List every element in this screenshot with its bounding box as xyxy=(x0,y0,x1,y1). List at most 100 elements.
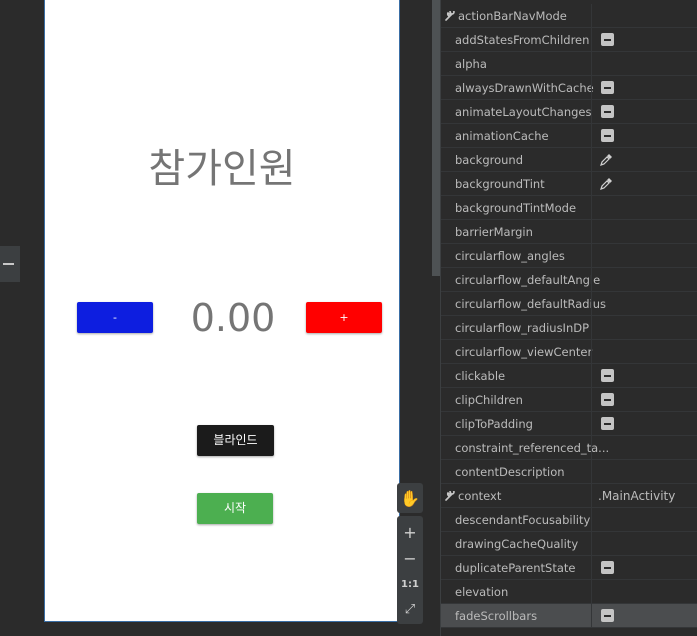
attribute-row[interactable]: alwaysDrawnWithCache xyxy=(441,76,697,100)
design-canvas[interactable]: 참가인원 - 0.00 + 블라인드 시작 ✋ + − 1:1 ⤢ xyxy=(0,0,440,636)
attribute-label: clickable xyxy=(455,369,506,383)
attribute-row[interactable]: constraint_referenced_ta... xyxy=(441,436,697,460)
flag-toggle-icon[interactable] xyxy=(601,129,614,142)
attribute-name: circularflow_defaultRadius xyxy=(455,292,606,316)
attribute-name: alwaysDrawnWithCache xyxy=(455,76,594,100)
flag-toggle-icon[interactable] xyxy=(601,33,614,46)
attribute-row[interactable]: background xyxy=(441,148,697,172)
attribute-row[interactable]: addStatesFromChildren xyxy=(441,28,697,52)
flag-toggle-icon[interactable] xyxy=(601,609,614,622)
attribute-row[interactable]: actionBarNavMode xyxy=(441,4,697,28)
flag-toggle-icon[interactable] xyxy=(601,81,614,94)
attribute-label: drawingCacheQuality xyxy=(455,537,579,551)
column-separator xyxy=(591,28,592,52)
attribute-row[interactable]: contentDescription xyxy=(441,460,697,484)
attribute-row[interactable]: drawingCacheQuality xyxy=(441,532,697,556)
column-separator xyxy=(591,340,592,364)
flag-toggle-icon[interactable] xyxy=(601,393,614,406)
flag-toggle-icon[interactable] xyxy=(601,561,614,574)
attribute-row[interactable]: circularflow_radiusInDP xyxy=(441,316,697,340)
attribute-name: actionBarNavMode xyxy=(445,4,567,28)
column-separator xyxy=(591,436,592,460)
column-separator xyxy=(591,292,592,316)
flag-toggle-icon[interactable] xyxy=(601,105,614,118)
attribute-row[interactable]: backgroundTintMode xyxy=(441,196,697,220)
column-separator xyxy=(591,484,592,508)
participants-title[interactable]: 참가인원 xyxy=(45,141,399,197)
attribute-row[interactable]: alpha xyxy=(441,52,697,76)
column-separator xyxy=(591,364,592,388)
attribute-name: clickable xyxy=(455,364,505,388)
pan-hand-icon[interactable]: ✋ xyxy=(397,486,423,510)
attribute-name: animateLayoutChanges xyxy=(455,100,591,124)
attribute-label: animateLayoutChanges xyxy=(455,105,592,119)
attribute-label: circularflow_radiusInDP xyxy=(455,321,590,335)
attribute-row[interactable]: animateLayoutChanges xyxy=(441,100,697,124)
wrench-icon xyxy=(445,491,455,501)
column-separator xyxy=(591,460,592,484)
column-separator xyxy=(591,412,592,436)
flag-toggle-icon[interactable] xyxy=(601,369,614,382)
column-separator xyxy=(591,124,592,148)
collapse-panel-button[interactable] xyxy=(0,246,20,282)
attribute-label: duplicateParentState xyxy=(455,561,576,575)
attribute-row[interactable]: duplicateParentState xyxy=(441,556,697,580)
column-separator xyxy=(591,172,592,196)
attribute-label: circularflow_defaultRadius xyxy=(455,297,607,311)
attribute-row[interactable]: barrierMargin xyxy=(441,220,697,244)
attribute-name: animationCache xyxy=(455,124,549,148)
attribute-value[interactable]: .MainActivity xyxy=(598,484,675,508)
attribute-name: elevation xyxy=(455,580,508,604)
column-separator xyxy=(591,580,592,604)
column-separator xyxy=(591,388,592,412)
column-separator xyxy=(591,316,592,340)
column-separator xyxy=(591,52,592,76)
attribute-label: clipChildren xyxy=(455,393,523,407)
attribute-row[interactable]: clipToPadding xyxy=(441,412,697,436)
attribute-name: barrierMargin xyxy=(455,220,533,244)
attribute-row[interactable]: backgroundTint xyxy=(441,172,697,196)
zoom-out-icon[interactable]: − xyxy=(397,546,423,570)
count-value[interactable]: 0.00 xyxy=(185,292,281,344)
column-separator xyxy=(591,76,592,100)
eyedropper-icon[interactable] xyxy=(599,177,613,191)
attribute-label: animationCache xyxy=(455,129,549,143)
attribute-row[interactable]: clipChildren xyxy=(441,388,697,412)
attribute-row[interactable]: circularflow_viewCenter xyxy=(441,340,697,364)
attribute-row[interactable]: descendantFocusability xyxy=(441,508,697,532)
attribute-row[interactable]: circularflow_defaultRadius xyxy=(441,292,697,316)
attribute-name: background xyxy=(455,148,523,172)
column-separator xyxy=(591,508,592,532)
actual-size-button[interactable]: 1:1 xyxy=(397,572,423,596)
attribute-row[interactable]: circularflow_angles xyxy=(441,244,697,268)
blind-button[interactable]: 블라인드 xyxy=(197,425,274,456)
attribute-label: barrierMargin xyxy=(455,225,533,239)
column-separator xyxy=(591,556,592,580)
zoom-in-icon[interactable]: + xyxy=(397,520,423,544)
fit-screen-icon[interactable]: ⤢ xyxy=(397,597,423,621)
attribute-name: duplicateParentState xyxy=(455,556,576,580)
column-separator xyxy=(591,268,592,292)
attribute-row[interactable]: animationCache xyxy=(441,124,697,148)
attribute-name: descendantFocusability xyxy=(455,508,590,532)
eyedropper-icon[interactable] xyxy=(599,153,613,167)
plus-button[interactable]: + xyxy=(306,302,382,333)
attribute-name: constraint_referenced_ta... xyxy=(455,436,609,460)
flag-toggle-icon[interactable] xyxy=(601,417,614,430)
attribute-row[interactable]: context .MainActivity xyxy=(441,484,697,508)
minus-button[interactable]: - xyxy=(77,302,153,333)
start-button[interactable]: 시작 xyxy=(197,493,273,524)
attribute-row[interactable]: fadeScrollbars xyxy=(441,604,697,628)
attribute-label: descendantFocusability xyxy=(455,513,591,527)
attribute-name: circularflow_angles xyxy=(455,244,565,268)
canvas-scrollbar-thumb[interactable] xyxy=(432,0,440,276)
attribute-row[interactable]: circularflow_defaultAngle xyxy=(441,268,697,292)
attribute-row[interactable]: elevation xyxy=(441,580,697,604)
column-separator xyxy=(591,532,592,556)
attribute-label: circularflow_defaultAngle xyxy=(455,273,601,287)
phone-preview: 참가인원 - 0.00 + 블라인드 시작 xyxy=(44,0,400,622)
column-separator xyxy=(591,196,592,220)
attribute-name: circularflow_radiusInDP xyxy=(455,316,589,340)
attribute-row[interactable]: clickable xyxy=(441,364,697,388)
attribute-label: clipToPadding xyxy=(455,417,533,431)
